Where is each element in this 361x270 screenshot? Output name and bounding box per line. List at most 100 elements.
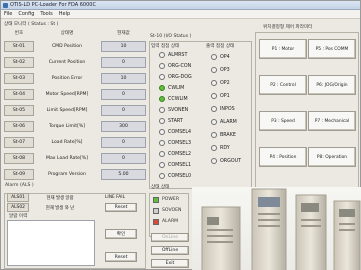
- status-row-name: Max Load Rate[%]: [46, 156, 88, 161]
- status-row-name: Position Error: [51, 76, 83, 81]
- p1-motor-button[interactable]: P1 : Motor: [259, 39, 307, 59]
- menu-file[interactable]: File: [4, 11, 12, 17]
- io-output: OP3: [211, 66, 230, 74]
- io-input: COMSEL4: [159, 128, 191, 136]
- p7-mechanical-button[interactable]: P7 : Mechanical: [308, 111, 356, 131]
- status-row-code: St-03: [4, 73, 34, 84]
- led-icon: [159, 107, 165, 113]
- status-row-value: 5.00: [101, 169, 146, 180]
- app-window: OTIS-LD PC-Loader For FDA 6000C File Con…: [0, 0, 361, 270]
- status-row-value: 10: [101, 41, 146, 52]
- io-input: ORG-CON: [159, 62, 191, 70]
- status-row-code: St-05: [4, 105, 34, 116]
- status-row-name: Load Rate[%]: [51, 140, 83, 145]
- status-row-value: 0: [101, 105, 146, 116]
- io-input: COMSEL3: [159, 139, 191, 147]
- led-icon: [211, 106, 217, 112]
- p4-position-button[interactable]: P4 : Position: [259, 147, 307, 167]
- led-icon: [159, 173, 165, 179]
- confirm-button[interactable]: 확인: [105, 229, 137, 239]
- alarm-code: ALS01: [7, 193, 29, 202]
- status-header-value: 현재값: [117, 31, 130, 36]
- alarm-history-title: 알람 이력: [9, 214, 28, 219]
- p6-jog-origin-button[interactable]: P6: JOG/Origin: [308, 75, 356, 95]
- led-icon: [211, 80, 217, 86]
- status-row-value: 0: [101, 153, 146, 164]
- power-lamp-icon: [153, 197, 159, 203]
- led-icon: [211, 67, 217, 73]
- status-row-value: 10: [101, 73, 146, 84]
- p8-operation-button[interactable]: P8: Operation: [308, 147, 356, 167]
- io-output: OP2: [211, 79, 230, 87]
- io-input: COMSEL1: [159, 161, 191, 169]
- servo-on-lamp-icon: [153, 208, 159, 214]
- status-row-name: Torque Limit[%]: [48, 124, 86, 129]
- alarm-group-title: Alarm (ALS ): [5, 183, 34, 188]
- io-input: COMSEL0: [159, 172, 191, 180]
- alarm-state: LINE FAIL: [104, 195, 126, 200]
- io-output: RDY: [211, 144, 230, 152]
- io-output: BRAKE: [211, 131, 236, 139]
- status-row-value: 0: [101, 57, 146, 68]
- state-group-title: 상태 상태: [151, 185, 170, 190]
- led-icon: [159, 162, 165, 168]
- alarm-desc: 현재 발생 와 넌: [45, 205, 75, 211]
- online-button[interactable]: OnLine: [151, 233, 189, 242]
- control-group-title: 위치결정형 제어 파라미터: [263, 25, 313, 30]
- alarm-reset-button[interactable]: Reset: [105, 203, 137, 212]
- led-icon: [211, 54, 217, 60]
- io-input: CWLIM: [159, 84, 184, 92]
- p3-speed-button[interactable]: P3 : Speed: [259, 111, 307, 131]
- led-icon: [159, 74, 165, 80]
- lamp-label: ALARM: [162, 219, 179, 224]
- offline-button[interactable]: OffLine: [151, 246, 189, 255]
- p2-control-button[interactable]: P2 : Control: [259, 75, 307, 95]
- io-input: ORG-DOG: [159, 73, 192, 81]
- led-icon: [159, 140, 165, 146]
- alarm-lamp-icon: [153, 219, 159, 225]
- led-icon: [211, 132, 217, 138]
- lamp-label: SOVOEN: [162, 208, 182, 213]
- io-input: ALMRST: [159, 51, 187, 59]
- led-icon: [211, 158, 217, 164]
- menu-bar: File Config Tools Help: [1, 10, 360, 19]
- exit-button[interactable]: Exit: [151, 259, 189, 268]
- menu-tools[interactable]: Tools: [40, 11, 52, 17]
- menu-help[interactable]: Help: [59, 11, 70, 17]
- app-icon: [3, 2, 8, 8]
- led-icon: [159, 129, 165, 135]
- lamp-label: POWER: [162, 197, 180, 202]
- alarm-code: ALS02: [7, 203, 29, 212]
- status-row-name: Program Version: [48, 172, 86, 177]
- io-input-title: 입력 접점 상태: [151, 44, 180, 49]
- history-reset-button[interactable]: Reset: [105, 252, 137, 262]
- alarm-desc: 현재 발생 알람: [46, 195, 74, 201]
- io-input: CCWLIM: [159, 95, 188, 103]
- p5-pos-comm-button[interactable]: P5 : Pos COMM: [308, 39, 356, 59]
- io-output: INPOS: [211, 105, 235, 113]
- led-on-icon: [159, 85, 165, 91]
- status-row-code: St-09: [4, 169, 34, 180]
- servo-drive-product-image: [192, 187, 361, 270]
- io-output-title: 출력 접점 상태: [206, 44, 235, 49]
- io-input: START: [159, 117, 183, 125]
- menu-config[interactable]: Config: [18, 11, 34, 17]
- status-row-code: St-01: [4, 41, 34, 52]
- status-row-code: St-02: [4, 57, 34, 68]
- status-group-title: 상태 모니터 ( Status : St ): [4, 22, 59, 27]
- status-row-value: 300: [101, 121, 146, 132]
- status-row-code: St-08: [4, 153, 34, 164]
- title-bar: OTIS-LD PC-Loader For FDA 6000C: [1, 1, 360, 10]
- status-header-no: 번호: [14, 31, 24, 36]
- led-icon: [211, 93, 217, 99]
- led-icon: [159, 118, 165, 124]
- io-output: ORGOUT: [211, 157, 241, 165]
- window-title: OTIS-LD PC-Loader For FDA 6000C: [10, 2, 96, 8]
- status-header-name: 상태명: [60, 31, 74, 36]
- status-row-name: Limit Speed[RPM]: [46, 108, 88, 113]
- led-on-icon: [159, 96, 165, 102]
- led-icon: [159, 63, 165, 69]
- io-input: SVONEN: [159, 106, 188, 114]
- alarm-history-list[interactable]: [7, 220, 95, 266]
- status-row-name: Motor Speed[RPM]: [45, 92, 89, 97]
